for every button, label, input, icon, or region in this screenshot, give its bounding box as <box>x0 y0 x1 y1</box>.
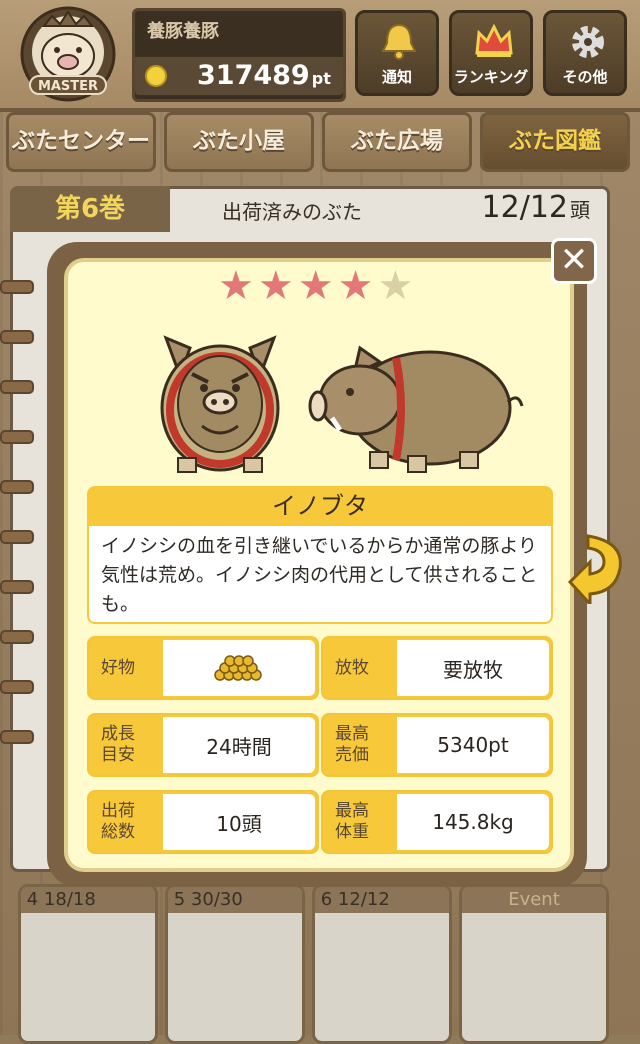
settings-button[interactable]: その他 <box>543 10 627 96</box>
volume-card-4[interactable]: 4 18/18 <box>18 884 158 1044</box>
close-icon[interactable]: ✕ <box>551 238 597 284</box>
pig-description: イノシシの血を引き継いでいるからか通常の豚より気性は荒め。イノシシ肉の代用として… <box>87 526 553 624</box>
badge-label: MASTER <box>38 79 98 94</box>
pig-side-image <box>308 345 524 473</box>
binder-ring <box>0 680 34 694</box>
volume-card-5[interactable]: 5 30/30 <box>165 884 305 1044</box>
book-header: 第6巻 出荷済みのぶた 12/12 頭 <box>10 186 604 234</box>
top-bar: MASTER 養豚養豚 317489 pt 通知 ランキング その他 <box>0 0 640 112</box>
binder-ring <box>0 380 34 394</box>
star-filled-icon: ★ <box>257 263 298 309</box>
card-header: 4 18/18 <box>21 887 155 913</box>
card-count: 18/18 <box>43 889 96 910</box>
bell-icon <box>381 23 417 60</box>
points-unit: pt <box>311 69 331 88</box>
stat-favorite-food: 好物 <box>87 636 319 700</box>
card-count: 30/30 <box>190 889 243 910</box>
binder-ring <box>0 430 34 444</box>
tab-pig-house[interactable]: ぶた小屋 <box>164 112 314 172</box>
stat-grazing: 放牧 要放牧 <box>321 636 553 700</box>
ranking-label: ランキング <box>453 68 529 86</box>
points-number: 317489 <box>197 60 310 91</box>
card-count: 12/12 <box>337 889 390 910</box>
volume-label: 第6巻 <box>10 186 170 232</box>
coin-icon <box>145 65 167 87</box>
page-back-arrow-icon[interactable] <box>568 532 624 604</box>
stat-key: 成長 目安 <box>101 724 135 765</box>
pig-front-image <box>160 335 280 473</box>
binder-ring <box>0 330 34 344</box>
volume-card-6[interactable]: 6 12/12 <box>312 884 452 1044</box>
star-filled-icon: ★ <box>297 263 338 309</box>
tab-pig-encyclopedia[interactable]: ぶた図鑑 <box>480 112 630 172</box>
stat-value: 要放牧 <box>397 640 549 696</box>
stat-key: 出荷 総数 <box>101 801 135 842</box>
star-filled-icon: ★ <box>337 263 378 309</box>
stat-key: 最高 体重 <box>335 801 369 842</box>
card-volume-number: 4 <box>26 889 39 910</box>
binder-ring <box>0 480 34 494</box>
star-empty-icon: ★ <box>377 263 418 309</box>
user-info: 養豚養豚 317489 pt <box>132 8 346 102</box>
stat-value: 145.8kg <box>397 794 549 850</box>
points-value: 317489 pt <box>197 60 331 91</box>
pig-illustration <box>160 335 524 473</box>
card-volume-number: 6 <box>320 889 333 910</box>
username: 養豚養豚 <box>147 21 219 42</box>
binder-ring <box>0 630 34 644</box>
binder-ring <box>0 280 34 294</box>
binder-ring <box>0 530 34 544</box>
star-filled-icon: ★ <box>218 263 258 309</box>
settings-label: その他 <box>562 68 608 86</box>
shipped-count: 12/12 頭 <box>482 190 590 225</box>
event-label: Event <box>462 887 606 913</box>
event-card[interactable]: Event <box>459 884 609 1044</box>
stat-max-price: 最高 売価 5340pt <box>321 713 553 777</box>
ranking-button[interactable]: ランキング <box>449 10 533 96</box>
binder-ring <box>0 580 34 594</box>
shipped-count-value: 12/12 <box>481 190 568 225</box>
points-row: 317489 pt <box>135 57 343 95</box>
notification-button[interactable]: 通知 <box>355 10 439 96</box>
gear-icon <box>572 26 604 58</box>
master-badge[interactable]: MASTER <box>12 4 124 104</box>
binder-ring <box>0 730 34 744</box>
feed-pile-icon <box>214 655 262 681</box>
stat-key: 最高 売価 <box>335 724 369 765</box>
stat-value: 5340pt <box>397 717 549 773</box>
notification-label: 通知 <box>381 68 412 86</box>
card-header: 5 30/30 <box>168 887 302 913</box>
pig-badge-icon: MASTER <box>20 6 116 102</box>
rating-stars: ★★★★★ <box>218 266 438 306</box>
shipped-count-unit: 頭 <box>570 198 590 222</box>
card-volume-number: 5 <box>173 889 186 910</box>
stat-key: 放牧 <box>335 657 369 678</box>
crown-icon <box>475 23 513 57</box>
stat-growth-time: 成長 目安 24時間 <box>87 713 319 777</box>
stat-shipped-total: 出荷 総数 10頭 <box>87 790 319 854</box>
stat-value: 24時間 <box>163 717 315 773</box>
stat-value <box>163 640 315 696</box>
tab-pig-plaza[interactable]: ぶた広場 <box>322 112 472 172</box>
stat-key: 好物 <box>101 657 135 678</box>
tab-pig-center[interactable]: ぶたセンター <box>6 112 156 172</box>
pig-name: イノブタ <box>87 486 553 526</box>
shipped-title: 出荷済みのぶた <box>222 200 362 224</box>
stat-value: 10頭 <box>163 794 315 850</box>
stat-max-weight: 最高 体重 145.8kg <box>321 790 553 854</box>
card-header: 6 12/12 <box>315 887 449 913</box>
